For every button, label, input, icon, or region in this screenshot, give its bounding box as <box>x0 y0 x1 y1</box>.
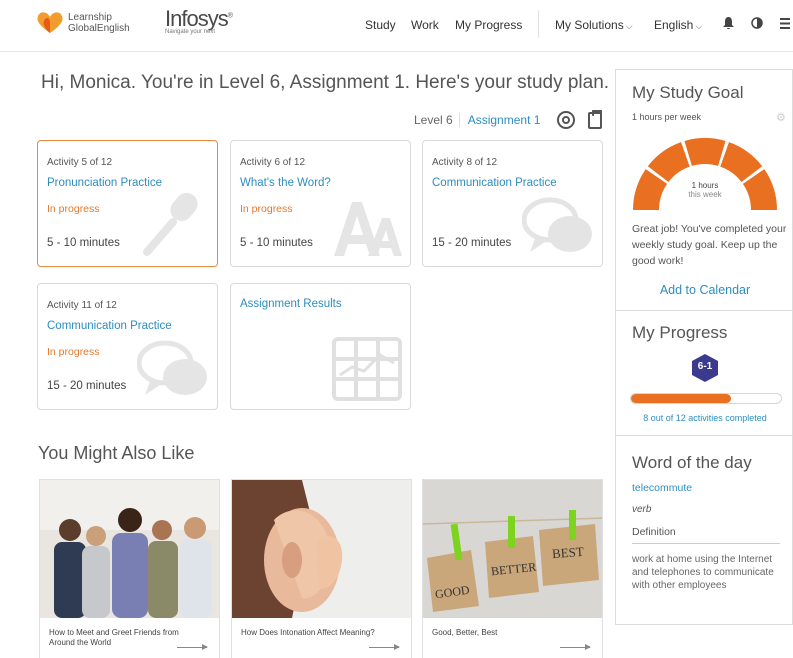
nav-my-solutions[interactable]: My Solutions ⌵ <box>555 18 633 32</box>
logo-line-2: GlobalEnglish <box>68 23 130 34</box>
bell-icon[interactable] <box>723 17 734 33</box>
word-link[interactable]: telecommute <box>632 482 692 494</box>
activity-title[interactable]: Communication Practice <box>432 177 557 189</box>
gear-icon[interactable]: ⚙ <box>776 111 786 124</box>
results-grid-icon <box>332 337 402 401</box>
assignment-results-card[interactable]: Assignment Results <box>230 283 411 410</box>
level-label: Level 6 <box>414 113 453 127</box>
group-photo <box>40 480 219 618</box>
microphone-icon <box>143 192 198 256</box>
nav-language[interactable]: English ⌵ <box>654 18 702 32</box>
tag-word: BEST <box>551 543 585 562</box>
recommendation-card[interactable]: GOOD BETTER BEST Good, Better, Best <box>422 479 603 658</box>
gauge-segment <box>684 138 726 166</box>
chevron-down-icon: ⌵ <box>625 21 633 31</box>
word-of-day-heading: Word of the day <box>632 453 752 472</box>
activity-duration: 5 - 10 minutes <box>240 237 313 249</box>
activity-duration: 5 - 10 minutes <box>47 237 120 249</box>
activity-status: In progress <box>47 346 100 358</box>
nav-study[interactable]: Study <box>365 18 396 32</box>
target-icon[interactable] <box>557 111 575 129</box>
definition-text: work at home using the Internet and tele… <box>632 554 774 591</box>
arrow-right-icon[interactable] <box>369 644 400 650</box>
nav-divider <box>538 10 539 38</box>
menu-icon[interactable] <box>780 17 790 32</box>
nav-work[interactable]: Work <box>411 18 439 32</box>
clipboard-icon[interactable] <box>588 110 602 129</box>
activity-status: In progress <box>47 203 100 215</box>
contrast-icon[interactable] <box>751 17 763 32</box>
activity-card[interactable]: Activity 6 of 12 What's the Word? In pro… <box>230 140 411 267</box>
study-goal-panel: My Study Goal 1 hours per week ⚙ 1 hours… <box>615 69 793 310</box>
goal-gauge <box>633 138 777 210</box>
partner-name: Infosys <box>165 6 229 31</box>
nav-my-progress[interactable]: My Progress <box>455 18 522 32</box>
goal-per-week: 1 hours per week <box>632 112 702 122</box>
part-of-speech: verb <box>632 504 652 515</box>
recommendation-card[interactable]: How to Meet and Greet Friends from Aroun… <box>39 479 220 658</box>
badge-label: 6-1 <box>697 361 713 372</box>
definition-label: Definition <box>632 526 780 544</box>
recommendation-title[interactable]: How to Meet and Greet Friends from Aroun… <box>49 628 199 648</box>
goal-message: Great job! You've completed your weekly … <box>632 223 787 267</box>
progress-heading: My Progress <box>632 323 728 342</box>
logo-line-1: Learnship <box>68 12 112 23</box>
recommendation-card[interactable]: How Does Intonation Affect Meaning? <box>231 479 412 658</box>
activity-card[interactable]: Activity 8 of 12 Communication Practice … <box>422 140 603 267</box>
level-badge[interactable]: 6-1 <box>691 353 719 388</box>
heart-logo-icon <box>37 12 63 33</box>
recommendation-title[interactable]: Good, Better, Best <box>432 628 582 638</box>
progress-panel: My Progress 6-1 8 out of 12 activities c… <box>615 310 793 436</box>
activity-title[interactable]: What's the Word? <box>240 177 331 189</box>
arrow-right-icon[interactable] <box>560 644 591 650</box>
page-title: Hi, Monica. You're in Level 6, Assignmen… <box>41 72 610 93</box>
activity-number: Activity 6 of 12 <box>240 157 306 168</box>
gauge-sub: this week <box>688 190 722 199</box>
progress-bar-fill <box>631 394 731 403</box>
assignment-link[interactable]: Assignment 1 <box>458 113 540 127</box>
section-heading: You Might Also Like <box>38 443 195 463</box>
activity-number: Activity 11 of 12 <box>47 300 117 311</box>
gauge-value: 1 hours <box>691 181 719 190</box>
activity-duration: 15 - 20 minutes <box>432 237 512 249</box>
activity-card[interactable]: Activity 5 of 12 Pronunciation Practice … <box>37 140 218 267</box>
chat-bubbles-icon <box>522 197 592 252</box>
learnship-logo[interactable]: Learnship GlobalEnglish <box>36 11 130 35</box>
nav-my-solutions-label: My Solutions <box>555 18 624 32</box>
listening-photo <box>232 480 411 618</box>
activity-number: Activity 5 of 12 <box>47 157 113 168</box>
chat-bubbles-icon <box>137 340 207 395</box>
activity-duration: 15 - 20 minutes <box>47 380 127 392</box>
activity-status: In progress <box>240 203 293 215</box>
chevron-down-icon: ⌵ <box>695 21 703 31</box>
activity-card[interactable]: Activity 11 of 12 Communication Practice… <box>37 283 218 410</box>
level-breadcrumb: Level 6 Assignment 1 <box>414 113 540 127</box>
nav-language-label: English <box>654 18 694 32</box>
top-navbar: Learnship GlobalEnglish Infosys® Navigat… <box>0 0 793 52</box>
progress-bar <box>630 393 782 404</box>
arrow-right-icon[interactable] <box>177 644 208 650</box>
infosys-logo: Infosys® Navigate your next <box>165 6 233 35</box>
word-of-day-panel: Word of the day telecommute verb Definit… <box>615 435 793 625</box>
recommendation-title[interactable]: How Does Intonation Affect Meaning? <box>241 628 391 638</box>
activity-title[interactable]: Communication Practice <box>47 320 172 332</box>
letters-icon <box>334 202 402 256</box>
study-goal-heading: My Study Goal <box>632 83 744 102</box>
add-to-calendar-link[interactable]: Add to Calendar <box>616 283 793 297</box>
activity-title[interactable]: Assignment Results <box>240 298 342 310</box>
activity-number: Activity 8 of 12 <box>432 157 498 168</box>
progress-count: 8 out of 12 activities completed <box>643 413 767 423</box>
